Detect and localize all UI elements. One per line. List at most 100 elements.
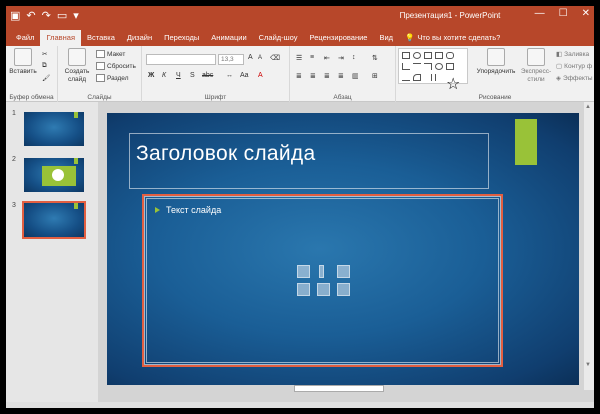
shape-rect-icon[interactable] <box>402 52 410 59</box>
decrease-indent-icon[interactable]: ⇤ <box>324 54 330 62</box>
change-case-icon[interactable]: Aa <box>240 72 249 79</box>
effects-icon: ◈ <box>556 75 561 82</box>
tab-slideshow[interactable]: Слайд-шоу <box>253 30 304 46</box>
section-icon <box>96 74 105 82</box>
close-icon[interactable]: ✕ <box>582 8 590 19</box>
thumbnail-number-1: 1 <box>12 110 16 117</box>
increase-indent-icon[interactable]: ⇥ <box>338 54 344 62</box>
cut-button[interactable]: ✂ <box>42 50 47 58</box>
text-direction-icon[interactable]: ⇅ <box>372 54 378 62</box>
insert-table-icon[interactable] <box>297 265 310 278</box>
tab-transitions[interactable]: Переходы <box>158 30 205 46</box>
shape-brace-icon[interactable] <box>435 74 443 81</box>
shape-effects-button[interactable]: ◈ Эффекты <box>556 74 593 83</box>
minimize-icon[interactable]: — <box>535 8 545 19</box>
content-placeholder[interactable]: Текст слайда <box>142 194 503 367</box>
insert-content-icons <box>297 265 357 301</box>
slide-thumbnail-3[interactable] <box>22 201 86 239</box>
copy-icon: ⧉ <box>42 62 47 69</box>
quick-styles-icon <box>527 48 545 66</box>
font-size-combo[interactable]: 13,3 <box>218 54 244 65</box>
insert-video-icon[interactable] <box>337 283 350 296</box>
shape-callout-icon[interactable] <box>446 63 454 70</box>
grow-font-icon[interactable]: A <box>248 54 253 61</box>
slide-thumbnail-1[interactable] <box>24 112 84 146</box>
font-group-label: Шрифт <box>204 94 227 101</box>
scroll-down-icon[interactable]: ▼ <box>585 362 591 368</box>
italic-button[interactable]: К <box>162 72 166 79</box>
tab-home[interactable]: Главная <box>40 30 81 46</box>
line-spacing-icon[interactable]: ↕ <box>352 54 356 61</box>
layout-icon <box>96 50 105 58</box>
shape-elbow-icon[interactable] <box>424 63 432 70</box>
bold-button[interactable]: Ж <box>148 72 154 79</box>
horizontal-scrollbar[interactable] <box>294 385 384 392</box>
title-placeholder[interactable]: Заголовок слайда <box>129 133 489 189</box>
ribbon-tabs: Файл Главная Вставка Дизайн Переходы Ани… <box>6 28 594 46</box>
shape-outline-button[interactable]: ▢ Контур ф <box>556 62 592 71</box>
font-color-icon[interactable]: A <box>258 72 263 79</box>
new-slide-button[interactable]: Создать слайд <box>62 48 92 84</box>
content-placeholder-inner: Текст слайда <box>146 198 499 363</box>
tell-me-box[interactable]: 💡 Что вы хотите сделать? <box>399 30 500 46</box>
shape-rounded-icon[interactable] <box>446 52 454 59</box>
new-slide-icon <box>68 48 86 66</box>
insert-smartart-icon[interactable] <box>337 265 350 278</box>
tab-design[interactable]: Дизайн <box>121 30 158 46</box>
shape-fill-button[interactable]: ◧ Заливка <box>556 50 589 59</box>
align-right-icon[interactable]: ≣ <box>324 72 330 80</box>
shape-curve-icon[interactable] <box>402 74 410 81</box>
reset-button[interactable]: Сбросить <box>96 62 136 70</box>
scroll-up-icon[interactable]: ▲ <box>585 104 591 110</box>
title-bar: ▣ ↶ ↷ ▭ ▾ Презентация1 - PowerPoint — ☐ … <box>6 6 594 28</box>
insert-online-picture-icon[interactable] <box>317 283 330 296</box>
shadow-button[interactable]: S <box>190 72 195 79</box>
layout-button[interactable]: Макет <box>96 50 125 58</box>
shape-arc-icon[interactable] <box>413 74 421 81</box>
tab-review[interactable]: Рецензирование <box>304 30 374 46</box>
underline-button[interactable]: Ч <box>176 72 181 79</box>
section-button[interactable]: Раздел <box>96 74 128 82</box>
tab-file[interactable]: Файл <box>10 30 40 46</box>
ribbon: Вставить ✂ ⧉ 🖌 Буфер обмена Создать слай… <box>6 46 594 102</box>
shape-triangle-icon[interactable] <box>402 63 410 70</box>
vertical-scrollbar[interactable]: ▲ ▼ <box>584 102 594 390</box>
reset-icon <box>96 62 105 70</box>
align-left-icon[interactable]: ≣ <box>296 72 302 80</box>
shape-textbox-icon[interactable] <box>424 52 432 59</box>
quick-styles-button[interactable]: Экспресс-стили <box>518 48 554 84</box>
arrange-button[interactable]: Упорядочить <box>476 48 516 76</box>
status-bar <box>6 402 594 408</box>
insert-picture-icon[interactable] <box>297 283 310 296</box>
numbering-icon[interactable]: ≡ <box>310 54 314 61</box>
paste-button[interactable]: Вставить <box>8 48 38 76</box>
shape-oval-icon[interactable] <box>413 52 421 59</box>
smartart-icon[interactable]: ⊞ <box>372 72 378 80</box>
bullets-icon[interactable]: ☰ <box>296 54 302 62</box>
justify-icon[interactable]: ≣ <box>338 72 344 80</box>
tab-view[interactable]: Вид <box>373 30 399 46</box>
shrink-font-icon[interactable]: A <box>258 55 262 61</box>
copy-button[interactable]: ⧉ <box>42 62 47 70</box>
shape-circle-icon[interactable] <box>435 63 443 70</box>
shape-bracket-icon[interactable] <box>424 74 432 81</box>
tab-animations[interactable]: Анимации <box>205 30 252 46</box>
font-name-combo[interactable] <box>146 54 216 65</box>
shape-line-icon[interactable] <box>413 63 421 70</box>
shape-rect2-icon[interactable] <box>435 52 443 59</box>
maximize-icon[interactable]: ☐ <box>559 8 568 19</box>
format-painter-button[interactable]: 🖌 <box>42 74 50 82</box>
align-center-icon[interactable]: ≣ <box>310 72 316 80</box>
shape-star-icon[interactable]: ☆ <box>446 74 460 93</box>
insert-chart-icon[interactable] <box>319 265 324 278</box>
tab-insert[interactable]: Вставка <box>81 30 121 46</box>
char-spacing-icon[interactable]: ↔ <box>226 72 233 79</box>
quick-styles-label: Экспресс-стили <box>520 68 552 83</box>
slide-thumbnail-2[interactable] <box>24 158 84 192</box>
clear-format-icon[interactable]: ⌫ <box>270 54 280 62</box>
shapes-gallery[interactable]: ☆ <box>398 48 468 93</box>
slides-group: Создать слайд Макет Сбросить Раздел Слай… <box>58 46 142 102</box>
columns-icon[interactable]: ▥ <box>352 72 359 80</box>
thumbnail-accent <box>74 203 78 209</box>
strike-button[interactable]: abc <box>202 72 213 79</box>
